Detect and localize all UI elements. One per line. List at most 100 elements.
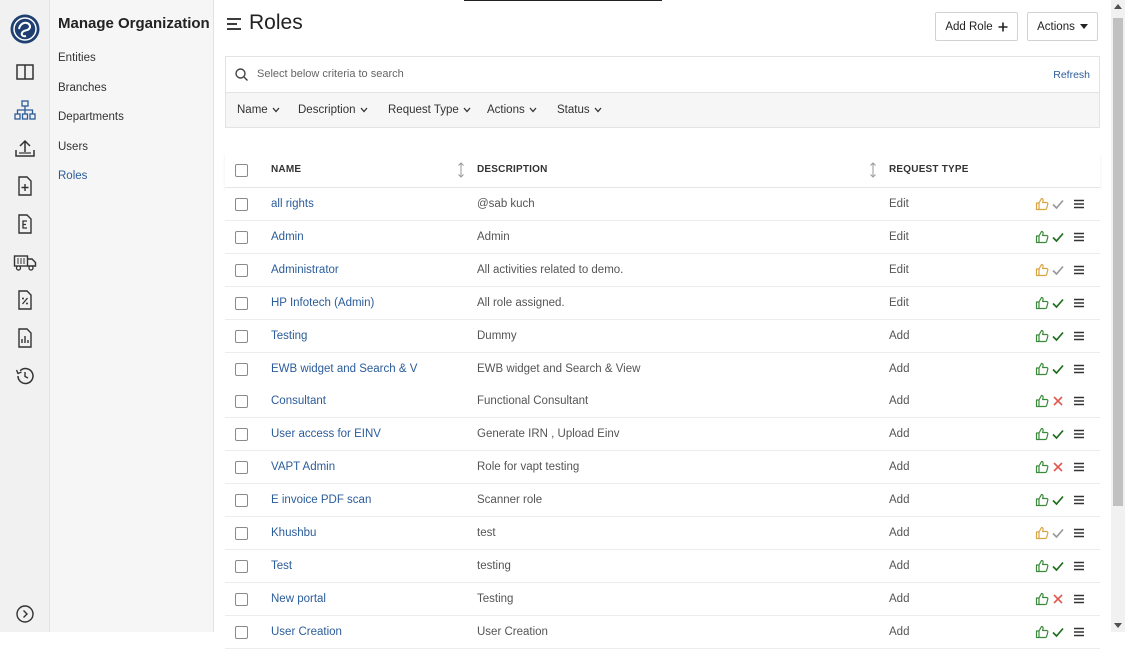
check-icon[interactable] xyxy=(1051,493,1065,507)
row-checkbox[interactable] xyxy=(235,263,248,277)
row-checkbox[interactable] xyxy=(235,395,248,409)
check-icon[interactable] xyxy=(1051,296,1065,310)
row-checkbox[interactable] xyxy=(235,428,248,442)
table-row[interactable]: New portal Testing Add xyxy=(225,582,1100,616)
column-name-header[interactable]: NAME xyxy=(271,164,301,175)
sort-icon[interactable] xyxy=(457,162,465,178)
role-name-link[interactable]: VAPT Admin xyxy=(271,461,335,473)
thumbs-up-icon[interactable] xyxy=(1035,329,1049,343)
menu-icon[interactable] xyxy=(1072,296,1086,310)
role-name-link[interactable]: New portal xyxy=(271,593,326,605)
cross-icon[interactable] xyxy=(1051,394,1065,408)
column-description-header[interactable]: DESCRIPTION xyxy=(477,164,548,175)
role-name-link[interactable]: EWB widget and Search & V xyxy=(271,363,417,375)
row-checkbox[interactable] xyxy=(235,198,248,211)
menu-icon[interactable] xyxy=(1072,526,1086,540)
menu-icon[interactable] xyxy=(1072,230,1086,244)
role-name-link[interactable]: Administrator xyxy=(271,264,339,276)
refresh-link[interactable]: Refresh xyxy=(1053,69,1090,81)
thumbs-up-icon[interactable] xyxy=(1035,427,1049,441)
role-name-link[interactable]: HP Infotech (Admin) xyxy=(271,297,374,309)
table-row[interactable]: Administrator All activities related to d… xyxy=(225,253,1100,287)
scroll-down-icon[interactable] xyxy=(1114,621,1122,629)
add-document-icon[interactable] xyxy=(13,174,37,198)
row-checkbox[interactable] xyxy=(235,230,248,244)
table-row[interactable]: VAPT Admin Role for vapt testing Add xyxy=(225,451,1100,485)
sidebar-item-departments[interactable]: Departments xyxy=(58,111,124,123)
row-checkbox[interactable] xyxy=(235,527,248,540)
table-row[interactable]: User access for EINV Generate IRN , Uploa… xyxy=(225,418,1100,452)
filter-status[interactable]: Status xyxy=(557,104,602,116)
sidebar-item-users[interactable]: Users xyxy=(58,141,88,153)
role-name-link[interactable]: Admin xyxy=(271,231,304,243)
filter-name[interactable]: Name xyxy=(237,104,280,116)
check-icon[interactable] xyxy=(1051,559,1065,573)
cross-icon[interactable] xyxy=(1051,592,1065,606)
table-row[interactable]: EWB widget and Search & V EWB widget and … xyxy=(225,352,1100,386)
row-checkbox[interactable] xyxy=(235,494,248,508)
sidebar-item-branches[interactable]: Branches xyxy=(58,82,107,94)
check-icon[interactable] xyxy=(1051,427,1065,441)
thumbs-up-icon[interactable] xyxy=(1035,493,1049,507)
filter-actions[interactable]: Actions xyxy=(487,104,537,116)
check-icon[interactable] xyxy=(1051,526,1065,540)
expand-icon[interactable] xyxy=(13,602,37,626)
menu-icon[interactable] xyxy=(1072,329,1086,343)
sort-icon[interactable] xyxy=(869,162,877,178)
actions-button[interactable]: Actions xyxy=(1027,12,1098,41)
role-name-link[interactable]: Khushbu xyxy=(271,527,316,539)
check-icon[interactable] xyxy=(1051,197,1065,211)
thumbs-up-icon[interactable] xyxy=(1035,296,1049,310)
menu-icon[interactable] xyxy=(1072,493,1086,507)
role-name-link[interactable]: Consultant xyxy=(271,395,326,407)
thumbs-up-icon[interactable] xyxy=(1035,592,1049,606)
check-icon[interactable] xyxy=(1051,362,1065,376)
table-row[interactable]: Testing Dummy Add xyxy=(225,319,1100,353)
role-name-link[interactable]: Test xyxy=(271,560,292,572)
sidebar-item-roles[interactable]: Roles xyxy=(58,170,87,182)
thumbs-up-icon[interactable] xyxy=(1035,460,1049,474)
upload-icon[interactable] xyxy=(13,136,37,160)
check-icon[interactable] xyxy=(1051,263,1065,277)
table-row[interactable]: Admin Admin Edit xyxy=(225,220,1100,254)
role-name-link[interactable]: E invoice PDF scan xyxy=(271,494,371,506)
sidebar-item-entities[interactable]: Entities xyxy=(58,52,96,64)
report-icon[interactable] xyxy=(13,326,37,350)
thumbs-up-icon[interactable] xyxy=(1035,263,1049,277)
table-row[interactable]: all rights @sab kuch Edit xyxy=(225,188,1100,221)
history-icon[interactable] xyxy=(13,364,37,388)
table-row[interactable]: Khushbu test Add xyxy=(225,517,1100,550)
row-checkbox[interactable] xyxy=(235,362,248,376)
truck-icon[interactable] xyxy=(13,250,37,274)
row-checkbox[interactable] xyxy=(235,461,248,475)
table-row[interactable]: User Creation User Creation Add xyxy=(225,615,1100,649)
filter-description[interactable]: Description xyxy=(298,104,368,116)
check-icon[interactable] xyxy=(1051,230,1065,244)
select-all-checkbox[interactable] xyxy=(235,164,248,177)
table-row[interactable]: Consultant Functional Consultant Add xyxy=(225,385,1100,419)
thumbs-up-icon[interactable] xyxy=(1035,526,1049,540)
scrollbar[interactable] xyxy=(1111,0,1125,632)
row-checkbox[interactable] xyxy=(235,329,248,343)
table-row[interactable]: Test testing Add xyxy=(225,549,1100,583)
row-checkbox[interactable] xyxy=(235,559,248,573)
scroll-up-icon[interactable] xyxy=(1114,3,1122,11)
menu-icon[interactable] xyxy=(1072,592,1086,606)
hamburger-menu-icon[interactable] xyxy=(226,16,242,32)
menu-icon[interactable] xyxy=(1072,263,1086,277)
search-bar[interactable]: Select below criteria to search Refresh xyxy=(225,56,1100,92)
menu-icon[interactable] xyxy=(1072,362,1086,376)
add-role-button[interactable]: Add Role xyxy=(935,12,1018,41)
filter-request-type[interactable]: Request Type xyxy=(388,104,471,116)
row-checkbox[interactable] xyxy=(235,592,248,606)
tax-document-icon[interactable] xyxy=(13,288,37,312)
menu-icon[interactable] xyxy=(1072,427,1086,441)
column-request-type-header[interactable]: REQUEST TYPE xyxy=(889,164,969,175)
table-row[interactable]: E invoice PDF scan Scanner role Add xyxy=(225,484,1100,518)
thumbs-up-icon[interactable] xyxy=(1035,362,1049,376)
row-checkbox[interactable] xyxy=(235,296,248,310)
e-document-icon[interactable] xyxy=(13,212,37,236)
menu-icon[interactable] xyxy=(1072,460,1086,474)
thumbs-up-icon[interactable] xyxy=(1035,559,1049,573)
row-checkbox[interactable] xyxy=(235,625,248,639)
